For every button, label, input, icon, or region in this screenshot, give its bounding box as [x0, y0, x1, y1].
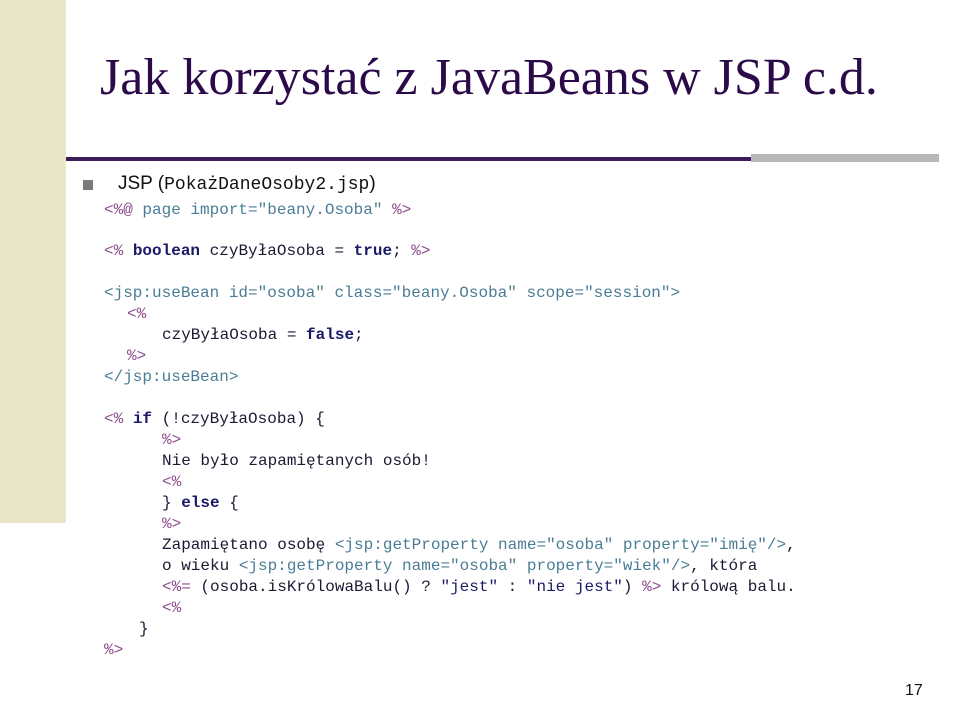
code-line-14: Zapamiętano osobę <jsp:getProperty name=… — [162, 535, 796, 555]
title-underline-dark — [66, 157, 751, 161]
code-text: Zapamiętano osobę — [162, 536, 335, 554]
code-line-3: <jsp:useBean id="osoba" class="beany.Oso… — [104, 284, 681, 302]
bullet-filename: PokażDaneOsoby2.jsp — [164, 175, 370, 195]
code-text: ) — [622, 578, 643, 596]
code-text: o wieku — [162, 557, 239, 575]
code-line-10: Nie było zapamiętanych osób! — [162, 452, 431, 470]
code-line-2: <% boolean czyByłaOsoba = true; %> — [104, 241, 430, 261]
code-line-11: <% — [162, 473, 182, 491]
code-line-16: <%= (osoba.isKrólowaBalu() ? "jest" : "n… — [162, 577, 796, 597]
keyword: false — [306, 326, 355, 344]
expression-open: <%= — [162, 578, 191, 596]
bullet-heading: JSP (PokażDaneOsoby2.jsp) — [118, 173, 376, 196]
jsp-get-property-tag: <jsp:getProperty name="osoba" property="… — [238, 557, 691, 575]
code-text: czyByłaOsoba = — [200, 242, 354, 260]
code-line-1: <%@ page import="beany.Osoba" %> — [104, 200, 411, 220]
page-number: 17 — [905, 682, 923, 699]
slide-title: Jak korzystać z JavaBeans w JSP c.d. — [100, 49, 878, 106]
keyword: else — [181, 494, 220, 512]
scriptlet-open: <% — [104, 242, 124, 260]
code-text: czyByłaOsoba = — [162, 326, 307, 344]
keyword: if — [132, 410, 153, 428]
code-text: (!czyByłaOsoba) { — [152, 410, 325, 428]
bullet-prefix: JSP ( — [118, 173, 165, 194]
code-line-19: %> — [104, 641, 124, 659]
bullet-suffix: ) — [369, 173, 376, 194]
jsp-get-property-tag: <jsp:getProperty name="osoba" property="… — [334, 536, 787, 554]
keyword: true — [353, 242, 393, 260]
bullet-square-icon — [83, 180, 93, 190]
code-text: , która — [690, 557, 758, 575]
code-line-8: <% if (!czyByłaOsoba) { — [104, 409, 325, 429]
code-text: ; — [354, 326, 364, 344]
scriptlet-close: %> — [411, 242, 431, 260]
code-line-12: } else { — [162, 493, 239, 513]
page-import: page import="beany.Osoba" — [132, 201, 393, 219]
code-text: (osoba.isKrólowaBalu() ? — [190, 578, 441, 596]
code-line-5: czyByłaOsoba = false; — [162, 325, 364, 345]
code-line-17: <% — [162, 599, 182, 617]
code-line-4: <% — [127, 305, 147, 323]
code-line-6: %> — [127, 347, 147, 365]
code-text: królową balu. — [661, 578, 796, 596]
directive-close: %> — [392, 201, 412, 219]
title-underline-gray — [751, 154, 939, 162]
code-text: { — [219, 494, 239, 512]
scriptlet-open: <% — [104, 410, 124, 428]
code-text: : — [498, 578, 527, 596]
keyword: boolean — [132, 242, 201, 260]
code-line-13: %> — [162, 515, 182, 533]
code-text: } — [162, 494, 182, 512]
code-text: , — [786, 536, 796, 554]
expression-close: %> — [642, 578, 662, 596]
code-line-18: } — [139, 620, 149, 638]
string-literal: "jest" — [440, 578, 499, 596]
code-line-9: %> — [162, 431, 182, 449]
directive-open: <%@ — [104, 201, 133, 219]
code-line-15: o wieku <jsp:getProperty name="osoba" pr… — [162, 556, 757, 576]
string-literal: "nie jest" — [526, 578, 623, 596]
code-text: ; — [392, 242, 412, 260]
code-line-7: </jsp:useBean> — [104, 368, 239, 386]
left-decorative-band — [0, 0, 66, 523]
